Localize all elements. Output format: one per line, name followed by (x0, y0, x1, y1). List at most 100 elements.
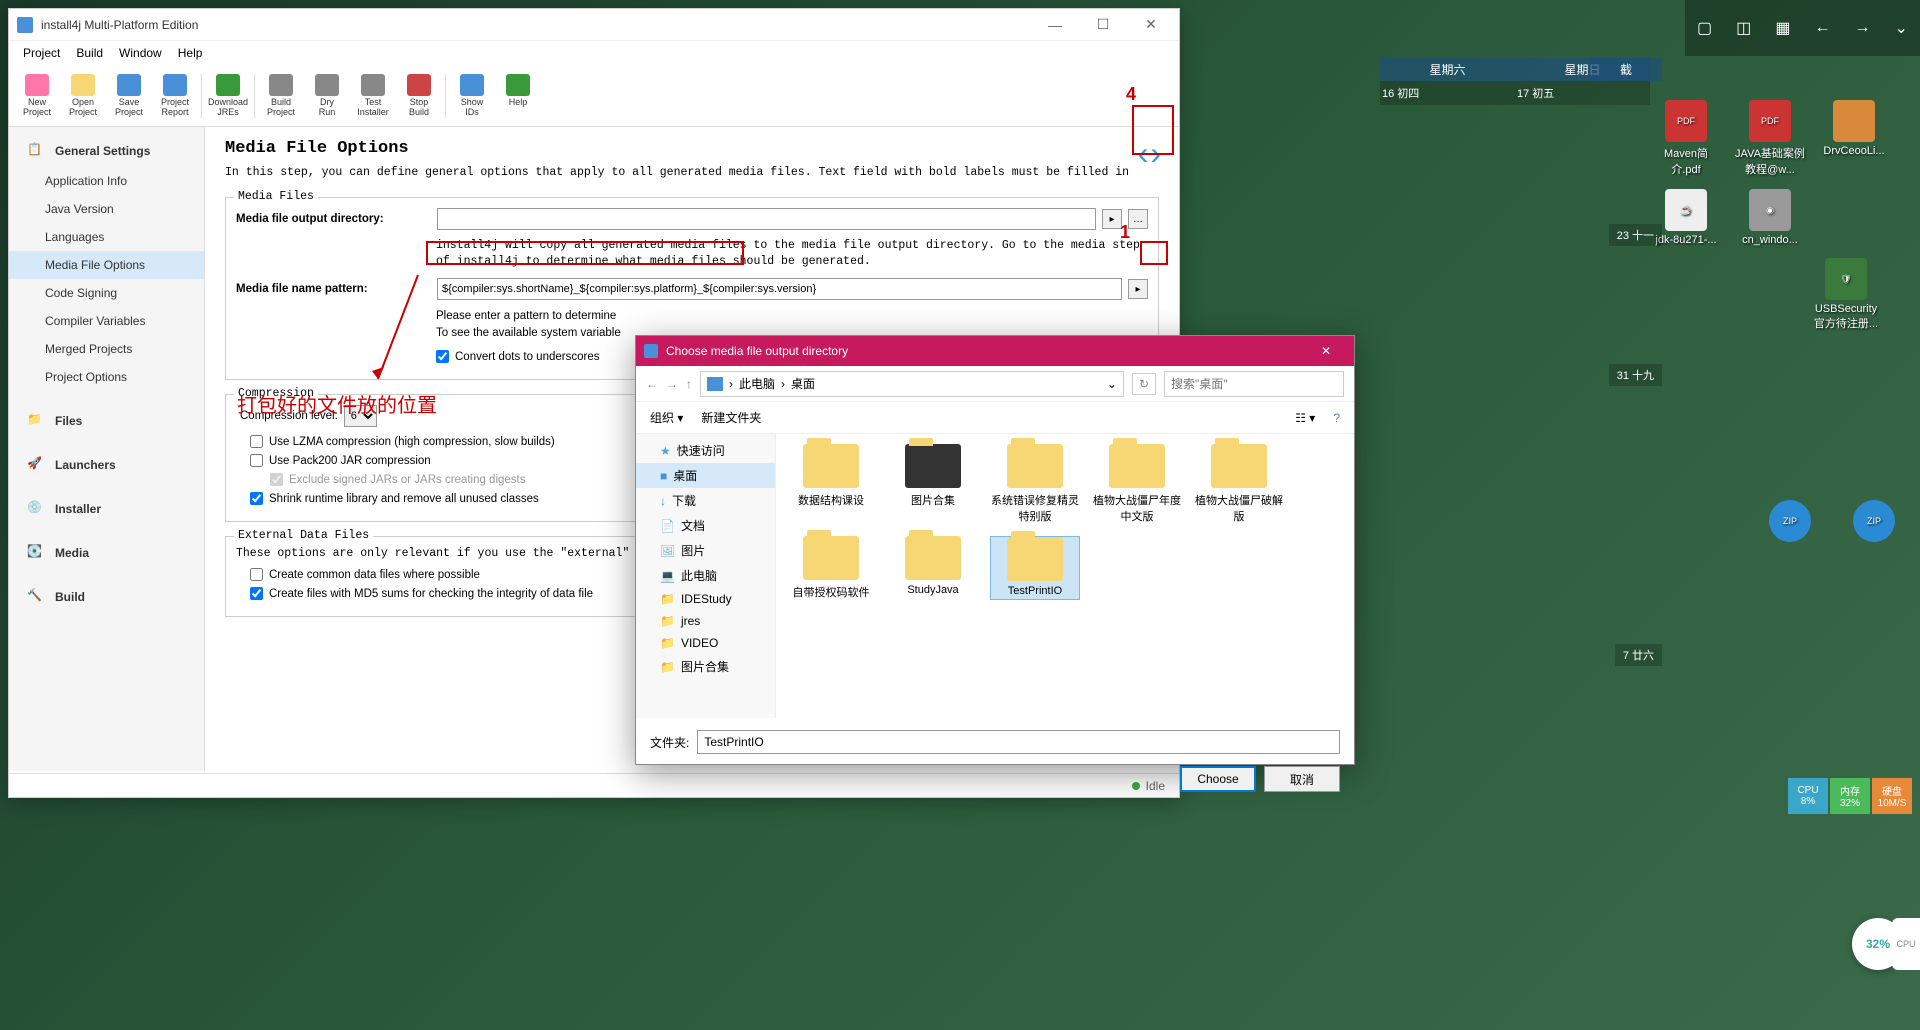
lzma-checkbox[interactable] (250, 435, 263, 448)
folder-数据结构课设[interactable]: 数据结构课设 (786, 444, 876, 524)
desktop-file-icon[interactable]: ◉cn_windo... (1734, 189, 1806, 246)
sidebar-item-java-version[interactable]: Java Version (9, 195, 204, 223)
build-project-button[interactable]: Build Project (259, 68, 303, 124)
folder-name-input[interactable] (697, 730, 1340, 754)
sidebar-item-media-file-options[interactable]: Media File Options (9, 251, 204, 279)
stop-build-icon (407, 74, 431, 96)
desktop-file-icon[interactable]: PDFJAVA基础案例教程@w... (1734, 100, 1806, 177)
folder-植物大战僵尸年度中文版[interactable]: 植物大战僵尸年度中文版 (1092, 444, 1182, 524)
folder-系统错误修复精灵特别版[interactable]: 系统错误修复精灵特别版 (990, 444, 1080, 524)
save-project-button[interactable]: Save Project (107, 68, 151, 124)
sidebar-group-media[interactable]: 💽Media (9, 537, 204, 569)
tray-icon[interactable]: ▦ (1775, 18, 1790, 38)
sidebar-item-code-signing[interactable]: Code Signing (9, 279, 204, 307)
nav-fwd-icon[interactable]: → (666, 377, 678, 391)
stop-build-button[interactable]: Stop Build (397, 68, 441, 124)
output-dir-browse[interactable]: … (1128, 209, 1148, 229)
menu-window[interactable]: Window (113, 44, 168, 62)
choose-button[interactable]: Choose (1180, 766, 1256, 792)
annotation-4: 4 (1126, 84, 1136, 105)
maximize-button[interactable]: ☐ (1083, 11, 1123, 39)
sidebar-group-files[interactable]: 📁Files (9, 405, 204, 437)
sidebar-general-settings[interactable]: 📋 General Settings (9, 135, 204, 167)
desktop-zip-icon[interactable]: ZIP (1754, 500, 1826, 545)
sidebar-item-languages[interactable]: Languages (9, 223, 204, 251)
breadcrumb[interactable]: ›此电脑 ›桌面 ⌄ (700, 371, 1124, 397)
folder-自带授权码软件[interactable]: 自带授权码软件 (786, 536, 876, 600)
dialog-sidebar-6[interactable]: 📁IDEStudy (636, 588, 775, 610)
dialog-sidebar-8[interactable]: 📁VIDEO (636, 632, 775, 654)
menu-help[interactable]: Help (172, 44, 209, 62)
dialog-sidebar-4[interactable]: 🖼图片 (636, 538, 775, 563)
pack200-checkbox[interactable] (250, 454, 263, 467)
pattern-dropdown[interactable]: ▸ (1128, 279, 1148, 299)
cal-date: 23 十一 (1609, 224, 1662, 246)
minimize-button[interactable]: — (1035, 11, 1075, 39)
exclude-signed-checkbox (270, 473, 283, 486)
menu-project[interactable]: Project (17, 44, 66, 62)
folder-icon (1109, 444, 1165, 488)
folder-图片合集[interactable]: 图片合集 (888, 444, 978, 524)
tray-icon[interactable]: ⌄ (1895, 18, 1908, 38)
show-ids-button[interactable]: Show IDs (450, 68, 494, 124)
close-button[interactable]: ✕ (1131, 11, 1171, 39)
dialog-toolbar: 组织 ▾ 新建文件夹 ☷ ▾ ? (636, 402, 1354, 434)
test-installer-button[interactable]: Test Installer (351, 68, 395, 124)
tray-icon[interactable]: → (1855, 19, 1871, 37)
dialog-sidebar-1[interactable]: ■桌面 (636, 463, 775, 488)
cancel-button[interactable]: 取消 (1264, 766, 1340, 792)
organize-menu[interactable]: 组织 ▾ (650, 409, 683, 426)
folder-StudyJava[interactable]: StudyJava (888, 536, 978, 600)
build-project-icon (269, 74, 293, 96)
menu-build[interactable]: Build (70, 44, 109, 62)
dialog-sidebar-5[interactable]: 💻此电脑 (636, 563, 775, 588)
nav-back-icon[interactable]: ← (646, 377, 658, 391)
sidebar-item-application-info[interactable]: Application Info (9, 167, 204, 195)
md5-checkbox[interactable] (250, 587, 263, 600)
desktop-file-icon[interactable]: 🛡USBSecurity官方待注册... (1810, 258, 1882, 331)
dialog-sidebar-2[interactable]: ↓下载 (636, 488, 775, 513)
dialog-sidebar-0[interactable]: ★快速访问 (636, 438, 775, 463)
open-project-button[interactable]: Open Project (61, 68, 105, 124)
desktop-zip-icon[interactable]: ZIP (1838, 500, 1910, 545)
dialog-sidebar-7[interactable]: 📁jres (636, 610, 775, 632)
sidebar-item-compiler-variables[interactable]: Compiler Variables (9, 307, 204, 335)
nav-up-icon[interactable]: ↑ (686, 377, 692, 391)
folder-植物大战僵尸破解版[interactable]: 植物大战僵尸破解版 (1194, 444, 1284, 524)
dialog-sidebar-9[interactable]: 📁图片合集 (636, 654, 775, 679)
dialog-sidebar-3[interactable]: 📄文档 (636, 513, 775, 538)
folder-TestPrintIO[interactable]: TestPrintIO (990, 536, 1080, 600)
refresh-icon[interactable]: ↻ (1132, 373, 1156, 395)
cal-header: 截 (1590, 58, 1662, 81)
annotation-arrow (370, 267, 430, 387)
desktop-file-icon[interactable]: PDFMaven简介.pdf (1650, 100, 1722, 177)
common-data-checkbox[interactable] (250, 568, 263, 581)
sidebar-item-project-options[interactable]: Project Options (9, 363, 204, 391)
dry-run-button[interactable]: Dry Run (305, 68, 349, 124)
convert-dots-checkbox[interactable] (436, 350, 449, 363)
shrink-checkbox[interactable] (250, 492, 263, 505)
sidebar-item-merged-projects[interactable]: Merged Projects (9, 335, 204, 363)
launchers-icon: 🚀 (27, 456, 45, 474)
sidebar-group-installer[interactable]: 💿Installer (9, 493, 204, 525)
output-dir-input[interactable] (437, 208, 1096, 230)
sidebar-group-launchers[interactable]: 🚀Launchers (9, 449, 204, 481)
desktop-file-icon[interactable]: DrvCeooLi... (1818, 100, 1890, 177)
project-report-button[interactable]: Project Report (153, 68, 197, 124)
tray-icon[interactable]: ◫ (1736, 18, 1751, 38)
new-folder-button[interactable]: 新建文件夹 (701, 409, 761, 426)
sidebar-group-build[interactable]: 🔨Build (9, 581, 204, 613)
dry-run-icon (315, 74, 339, 96)
output-dir-dropdown[interactable]: ▸ (1102, 209, 1122, 229)
tray-icon[interactable]: ▢ (1697, 18, 1712, 38)
view-options[interactable]: ☷ ▾ (1295, 411, 1315, 425)
pattern-input[interactable] (437, 278, 1122, 300)
tray-icon[interactable]: ← (1814, 19, 1830, 37)
help-icon[interactable]: ? (1333, 411, 1340, 425)
new-project-button[interactable]: New Project (15, 68, 59, 124)
dialog-close-button[interactable]: ✕ (1306, 336, 1346, 366)
help-icon (506, 74, 530, 96)
search-input[interactable] (1164, 371, 1344, 397)
download-jres-button[interactable]: Download JREs (206, 68, 250, 124)
help-button[interactable]: Help (496, 68, 540, 124)
